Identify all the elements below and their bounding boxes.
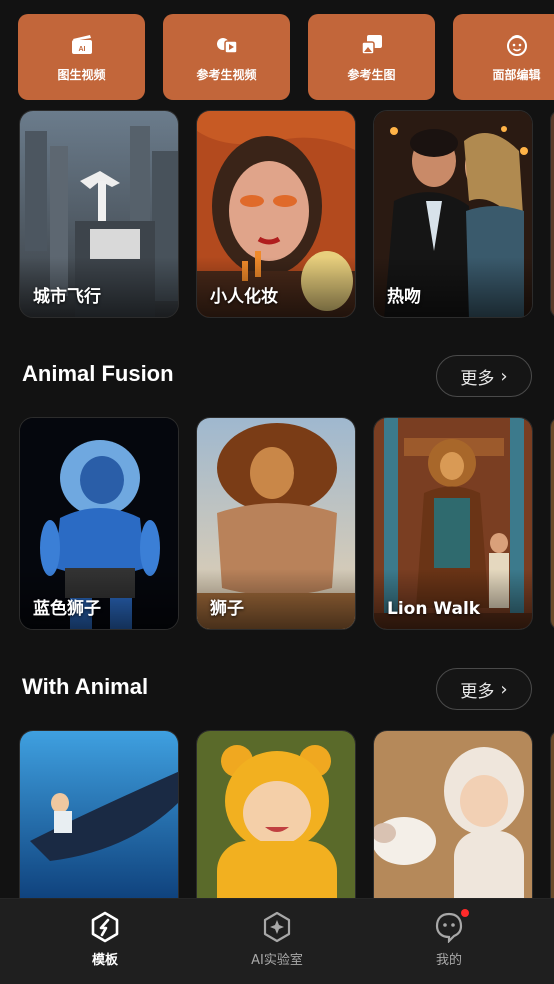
section-title: Animal Fusion xyxy=(22,361,174,386)
tool-label: 参考生图 xyxy=(347,67,396,82)
reference-video-button[interactable]: 参考生视频 xyxy=(163,14,290,100)
ai-lab-icon xyxy=(263,911,291,943)
tool-label: 面部编辑 xyxy=(492,67,541,82)
card-label: 城市飞行 xyxy=(33,287,101,307)
profile-icon xyxy=(435,912,463,944)
template-card-tiny-makeup[interactable]: 小人化妆 xyxy=(196,110,356,318)
chevron-right-icon: › xyxy=(500,365,508,387)
template-icon xyxy=(91,911,119,943)
notification-badge xyxy=(461,909,469,917)
template-card-city-flight[interactable]: 城市飞行 xyxy=(19,110,179,318)
chevron-right-icon: › xyxy=(500,678,508,700)
nav-label: 我的 xyxy=(435,953,462,968)
card-label: 热吻 xyxy=(387,287,421,307)
template-card-blue-lion[interactable]: 蓝色狮子 xyxy=(19,417,179,630)
nav-label: 模板 xyxy=(91,953,118,968)
template-card-partial[interactable] xyxy=(550,110,554,318)
image-to-video-button[interactable]: AI 图生视频 xyxy=(18,14,145,100)
face-edit-icon xyxy=(506,34,527,56)
nav-label: AI实验室 xyxy=(251,953,303,968)
template-card-partial[interactable] xyxy=(550,417,554,630)
reference-image-icon xyxy=(360,34,382,55)
app-screen: AI 图生视频 参考生视频 参考生图 面部编辑 城市飞行 小人化妆 热吻 Ani… xyxy=(0,0,554,984)
card-label: Lion Walk xyxy=(387,599,481,619)
card-label: 蓝色狮子 xyxy=(33,599,101,619)
template-card-lion-walk[interactable]: Lion Walk xyxy=(373,417,533,630)
more-label: 更多 xyxy=(460,368,495,389)
card-row-animal-fusion: 蓝色狮子 狮子 Lion Walk xyxy=(0,417,554,631)
card-label: 狮子 xyxy=(210,599,244,619)
tool-label: 参考生视频 xyxy=(196,67,257,82)
section-header-with-animal: With Animal 更多 › xyxy=(22,668,532,710)
more-button[interactable]: 更多 › xyxy=(436,668,532,710)
nav-tab-template[interactable]: 模板 xyxy=(45,911,165,968)
card-label: 小人化妆 xyxy=(210,287,278,307)
card-row-with-animal xyxy=(0,730,554,930)
reference-video-icon xyxy=(216,37,238,54)
tool-label: 图生视频 xyxy=(57,67,106,82)
reference-image-button[interactable]: 参考生图 xyxy=(308,14,435,100)
bottom-nav: 模板 AI实验室 我的 xyxy=(0,898,554,984)
section-title: With Animal xyxy=(22,674,149,699)
svg-text:AI: AI xyxy=(78,46,85,53)
nav-tab-ai-lab[interactable]: AI实验室 xyxy=(217,911,337,968)
section-header-animal-fusion: Animal Fusion 更多 › xyxy=(22,355,532,397)
nav-tab-profile[interactable]: 我的 xyxy=(389,909,509,968)
more-button[interactable]: 更多 › xyxy=(436,355,532,397)
image-to-video-icon: AI xyxy=(71,34,92,54)
tool-bar: AI 图生视频 参考生视频 参考生图 面部编辑 xyxy=(18,14,554,100)
card-row-featured: 城市飞行 小人化妆 热吻 xyxy=(0,110,554,320)
template-card-lion[interactable]: 狮子 xyxy=(196,417,356,630)
template-card-kiss[interactable]: 热吻 xyxy=(373,110,533,318)
more-label: 更多 xyxy=(460,681,495,702)
face-edit-button[interactable]: 面部编辑 xyxy=(453,14,554,100)
